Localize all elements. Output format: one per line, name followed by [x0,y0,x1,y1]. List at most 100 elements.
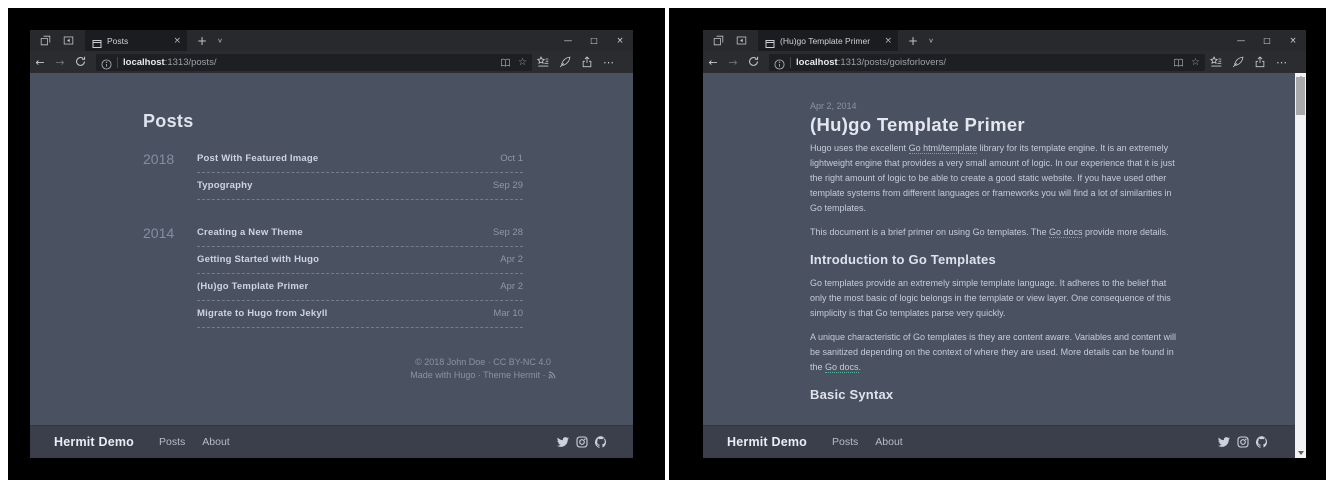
close-tab-icon[interactable]: × [884,36,892,46]
more-options-icon[interactable]: ⋯ [1271,56,1293,69]
vertical-scrollbar[interactable] [1295,73,1306,458]
more-options-icon[interactable]: ⋯ [598,56,620,69]
instagram-icon[interactable] [1237,436,1249,448]
site-nav-bar: Hermit Demo Posts About [703,425,1306,458]
site-brand-link[interactable]: Hermit Demo [54,435,134,449]
address-bar[interactable]: localhost:1313/posts/ ☆ [96,54,532,71]
url-text: localhost:1313/posts/goisforlovers/ [796,57,1166,68]
post-group-2014: 2014 Creating a New Theme Sep 28 Getting… [143,220,523,328]
page-favicon-icon [92,36,102,46]
nav-link-about[interactable]: About [875,436,902,448]
address-bar[interactable]: localhost:1313/posts/goisforlovers/ ☆ [769,54,1205,71]
share-icon[interactable] [576,56,598,68]
scroll-down-icon[interactable] [1298,451,1304,455]
section-heading-introduction: Introduction to Go Templates [810,252,1182,267]
window-controls: — □ × [555,30,633,51]
rss-icon[interactable] [548,370,556,378]
forward-button[interactable]: → [723,56,743,69]
post-link[interactable]: Typography Sep 29 [197,173,523,200]
site-footer: © 2018 John Doe · CC BY-NC 4.0 Made with… [263,356,633,382]
site-info-icon[interactable] [774,57,785,68]
post-link[interactable]: Getting Started with Hugo Apr 2 [197,247,523,274]
made-with-line: Made with Hugo · Theme Hermit · [263,369,633,382]
group-year: 2014 [143,220,197,328]
nav-link-posts[interactable]: Posts [159,436,185,448]
browser-toolbar: ← → localhost:1313/posts/ ☆ ⋯ [30,51,633,73]
reading-view-icon[interactable] [500,57,511,68]
site-nav-bar: Hermit Demo Posts About [30,425,633,458]
nav-link-posts[interactable]: Posts [832,436,858,448]
instagram-icon[interactable] [576,436,588,448]
maximize-button[interactable]: □ [581,30,607,51]
close-window-button[interactable]: × [1280,30,1306,51]
nav-link-about[interactable]: About [202,436,229,448]
browser-window-article: (Hu)go Template Primer × + ∨ — □ × ← → l… [703,30,1306,458]
scrollbar-thumb[interactable] [1296,77,1305,115]
site-brand-link[interactable]: Hermit Demo [727,435,807,449]
refresh-button[interactable] [70,56,90,68]
browser-tab[interactable]: (Hu)go Template Primer × [758,30,898,51]
set-tabs-aside-icon[interactable] [37,34,53,48]
twitter-icon[interactable] [1218,436,1230,448]
favorites-hub-icon[interactable] [1205,56,1227,68]
browser-window-posts: Posts × + ∨ — □ × ← → localhost:1313/pos… [30,30,633,458]
tab-title: Posts [107,36,168,46]
paragraph: A unique characteristic of Go templates … [810,330,1182,375]
go-html-template-link[interactable]: Go html/template [909,143,978,154]
tabs-preview-icon[interactable] [733,34,749,48]
maximize-button[interactable]: □ [1254,30,1280,51]
article-date: Apr 2, 2014 [810,99,1182,114]
add-favorite-star-icon[interactable]: ☆ [1191,57,1200,68]
article-page: Apr 2, 2014 (Hu)go Template Primer Hugo … [703,73,1306,458]
minimize-button[interactable]: — [555,30,581,51]
web-notes-pen-icon[interactable] [1227,56,1249,68]
browser-tab[interactable]: Posts × [85,30,187,51]
divider [117,57,118,68]
copyright-line: © 2018 John Doe · CC BY-NC 4.0 [263,356,633,369]
set-tabs-aside-icon[interactable] [710,34,726,48]
tab-bar: (Hu)go Template Primer × + ∨ — □ × [703,30,1306,51]
site-info-icon[interactable] [101,57,112,68]
share-icon[interactable] [1249,56,1271,68]
section-heading-basic-syntax: Basic Syntax [810,387,1182,402]
close-tab-icon[interactable]: × [173,36,181,46]
twitter-icon[interactable] [557,436,569,448]
back-button[interactable]: ← [30,56,50,69]
page-favicon-icon [765,36,775,46]
posts-page: Posts 2018 Post With Featured Image Oct … [30,73,633,458]
tab-list-chevron-icon[interactable]: ∨ [217,37,223,44]
tab-title: (Hu)go Template Primer [780,36,879,46]
paragraph: Hugo uses the excellent Go html/template… [810,141,1182,216]
paragraph: Go templates provide an extremely simple… [810,276,1182,321]
web-notes-pen-icon[interactable] [554,56,576,68]
page-title: Posts [143,111,523,132]
back-button[interactable]: ← [703,56,723,69]
tab-bar: Posts × + ∨ — □ × [30,30,633,51]
post-group-2018: 2018 Post With Featured Image Oct 1 Typo… [143,146,523,200]
post-link[interactable]: (Hu)go Template Primer Apr 2 [197,274,523,301]
new-tab-button[interactable]: + [197,34,207,48]
reading-view-icon[interactable] [1173,57,1184,68]
tab-list-chevron-icon[interactable]: ∨ [928,37,934,44]
go-docs-link[interactable]: Go docs [825,362,859,373]
tabs-preview-icon[interactable] [60,34,76,48]
go-docs-link[interactable]: Go docs [1049,227,1083,238]
divider [790,57,791,68]
minimize-button[interactable]: — [1228,30,1254,51]
article-title: (Hu)go Template Primer [810,117,1182,132]
add-favorite-star-icon[interactable]: ☆ [518,57,527,68]
refresh-button[interactable] [743,56,763,68]
url-text: localhost:1313/posts/ [123,57,493,68]
browser-toolbar: ← → localhost:1313/posts/goisforlovers/ … [703,51,1306,73]
paragraph: This document is a brief primer on using… [810,225,1182,240]
forward-button[interactable]: → [50,56,70,69]
post-link[interactable]: Post With Featured Image Oct 1 [197,146,523,173]
favorites-hub-icon[interactable] [532,56,554,68]
post-link[interactable]: Migrate to Hugo from Jekyll Mar 10 [197,301,523,328]
post-link[interactable]: Creating a New Theme Sep 28 [197,220,523,247]
github-icon[interactable] [1256,436,1268,448]
group-year: 2018 [143,146,197,200]
github-icon[interactable] [595,436,607,448]
new-tab-button[interactable]: + [908,34,918,48]
close-window-button[interactable]: × [607,30,633,51]
